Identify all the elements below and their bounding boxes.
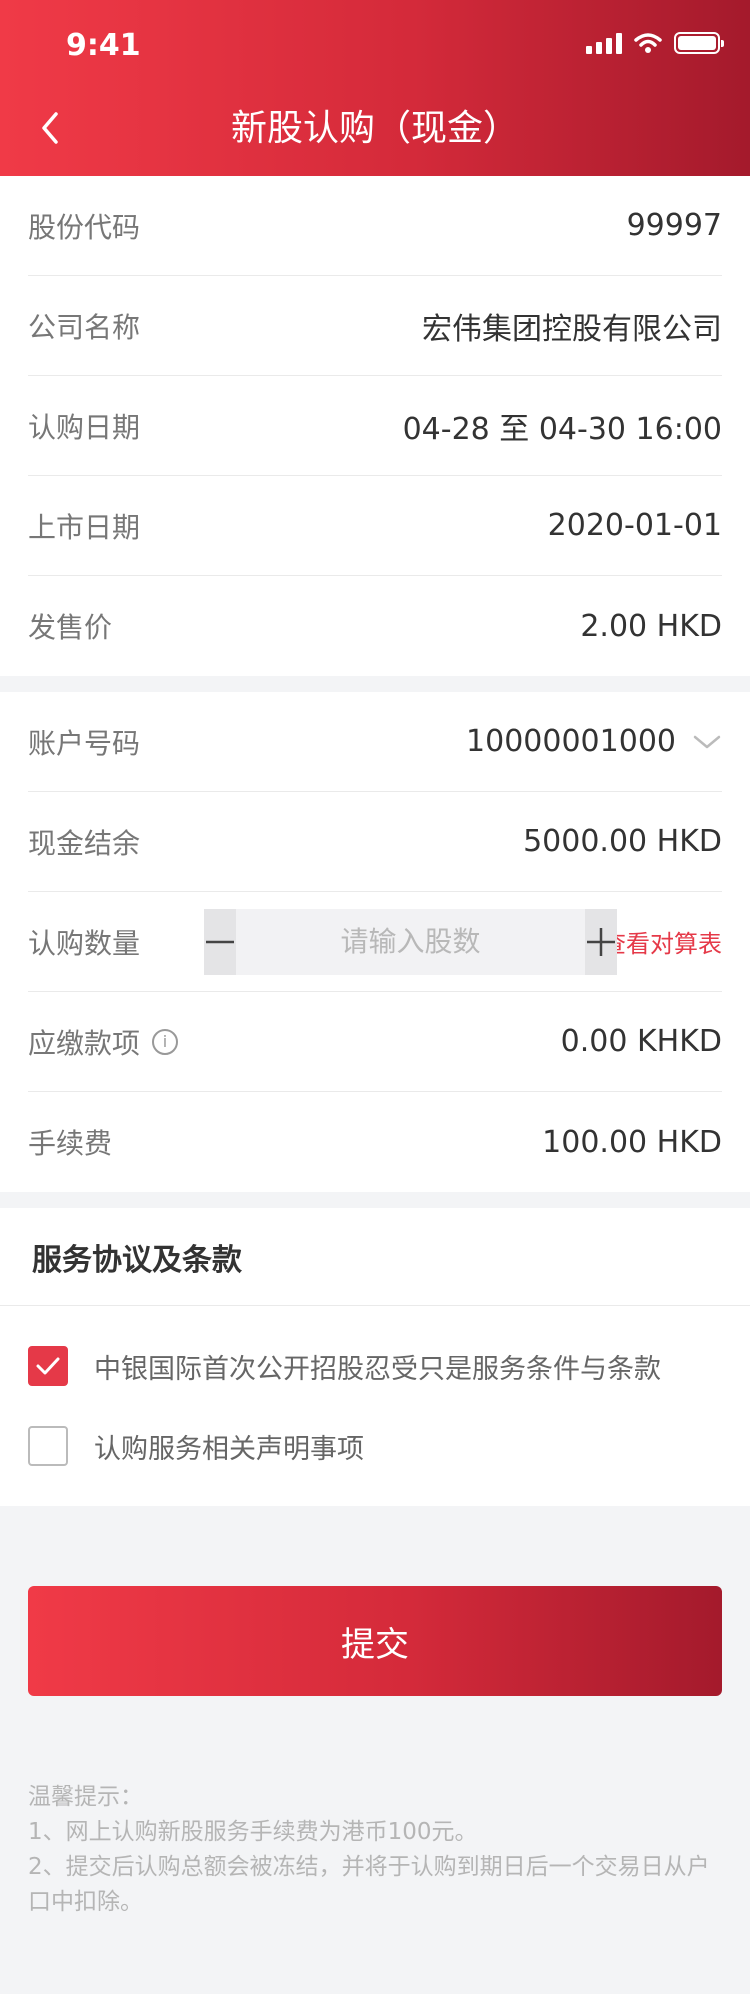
company-name-row: 公司名称 宏伟集团控股有限公司 (28, 276, 722, 376)
subscription-date-value: 04-28 至 04-30 16:00 (402, 411, 722, 447)
offer-price-row: 发售价 2.00 HKD (28, 576, 722, 676)
cash-balance-value: 5000.00 HKD (523, 824, 722, 859)
company-name-label: 公司名称 (28, 310, 141, 344)
decrease-button[interactable] (204, 908, 236, 975)
cash-balance-label: 现金结余 (28, 826, 141, 860)
offer-price-value: 2.00 HKD (580, 608, 722, 644)
increase-button[interactable] (585, 908, 617, 975)
agreement-item[interactable]: 中银国际首次公开招股忍受只是服务条件与条款 (0, 1326, 750, 1406)
account-selector[interactable]: 10000001000 (466, 724, 722, 759)
submit-button[interactable]: 提交 (28, 1586, 722, 1696)
offer-price-label: 发售价 (28, 611, 113, 644)
checkmark-icon (36, 1357, 60, 1375)
listing-date-value: 2020-01-01 (547, 508, 722, 543)
cash-balance-row: 现金结余 5000.00 HKD (28, 792, 722, 892)
calculation-table-link[interactable]: 查看对算表 (602, 924, 722, 959)
account-number-label: 账户号码 (28, 726, 141, 760)
agreement-checkbox-unchecked[interactable] (28, 1426, 68, 1466)
listing-date-row: 上市日期 2020-01-01 (28, 476, 722, 576)
battery-icon (674, 32, 724, 54)
tips-line: 1、网上认购新股服务手续费为港币100元。 (28, 1819, 478, 1845)
quantity-input[interactable] (236, 908, 585, 975)
agreement-section-title: 服务协议及条款 (0, 1208, 750, 1306)
account-card: 账户号码 10000001000 现金结余 5000.00 HKD 认购数量 查… (0, 692, 750, 1192)
handling-fee-label: 手续费 (28, 1127, 113, 1160)
stock-code-label: 股份代码 (28, 210, 141, 244)
payable-amount-label: 应缴款项 (28, 1026, 141, 1060)
agreement-item[interactable]: 认购服务相关声明事项 (0, 1406, 750, 1486)
agreement-item-label: 认购服务相关声明事项 (94, 1433, 364, 1465)
handling-fee-row: 手续费 100.00 HKD (28, 1092, 722, 1192)
wifi-icon (634, 33, 662, 53)
agreement-card: 服务协议及条款 中银国际首次公开招股忍受只是服务条件与条款 认购服务相关声明事项 (0, 1208, 750, 1506)
account-number-row[interactable]: 账户号码 10000001000 (28, 692, 722, 792)
tips-title: 温馨提示： (28, 1784, 143, 1810)
subscription-date-row: 认购日期 04-28 至 04-30 16:00 (28, 376, 722, 476)
subscription-date-label: 认购日期 (28, 410, 141, 444)
tips-section: 温馨提示： 1、网上认购新股服务手续费为港币100元。 2、提交后认购总额会被冻… (28, 1780, 728, 1920)
company-name-value: 宏伟集团控股有限公司 (422, 311, 722, 347)
status-time: 9:41 (66, 28, 141, 63)
handling-fee-value: 100.00 HKD (542, 1124, 722, 1160)
tips-line: 2、提交后认购总额会被冻结，并将于认购到期日后一个交易日从户口中扣除。 (28, 1854, 710, 1915)
payable-amount-value: 0.00 KHKD (560, 1024, 722, 1059)
quantity-label: 认购数量 (28, 926, 141, 960)
listing-date-label: 上市日期 (28, 510, 141, 544)
cellular-signal-icon (586, 32, 622, 54)
stock-info-card: 股份代码 99997 公司名称 宏伟集团控股有限公司 认购日期 04-28 至 … (0, 176, 750, 676)
agreement-item-label: 中银国际首次公开招股忍受只是服务条件与条款 (94, 1353, 661, 1385)
payable-amount-row: 应缴款项 i 0.00 KHKD (28, 992, 722, 1092)
minus-icon (206, 940, 234, 943)
payable-amount-label-group: 应缴款项 i (28, 1022, 179, 1062)
stock-code-row: 股份代码 99997 (28, 176, 722, 276)
account-number-value: 10000001000 (466, 724, 676, 759)
quantity-stepper (204, 908, 617, 975)
info-icon[interactable]: i (152, 1028, 179, 1055)
stock-code-value: 99997 (626, 208, 722, 243)
agreement-checkbox-checked[interactable] (28, 1346, 68, 1386)
page-title: 新股认购（现金） (230, 108, 519, 149)
quantity-row: 认购数量 查看对算表 (28, 892, 722, 992)
chevron-down-icon (693, 735, 721, 748)
navigation-header: 9:41 新股认购（现金） (0, 0, 750, 176)
plus-icon (587, 927, 615, 956)
status-icons (586, 32, 724, 54)
